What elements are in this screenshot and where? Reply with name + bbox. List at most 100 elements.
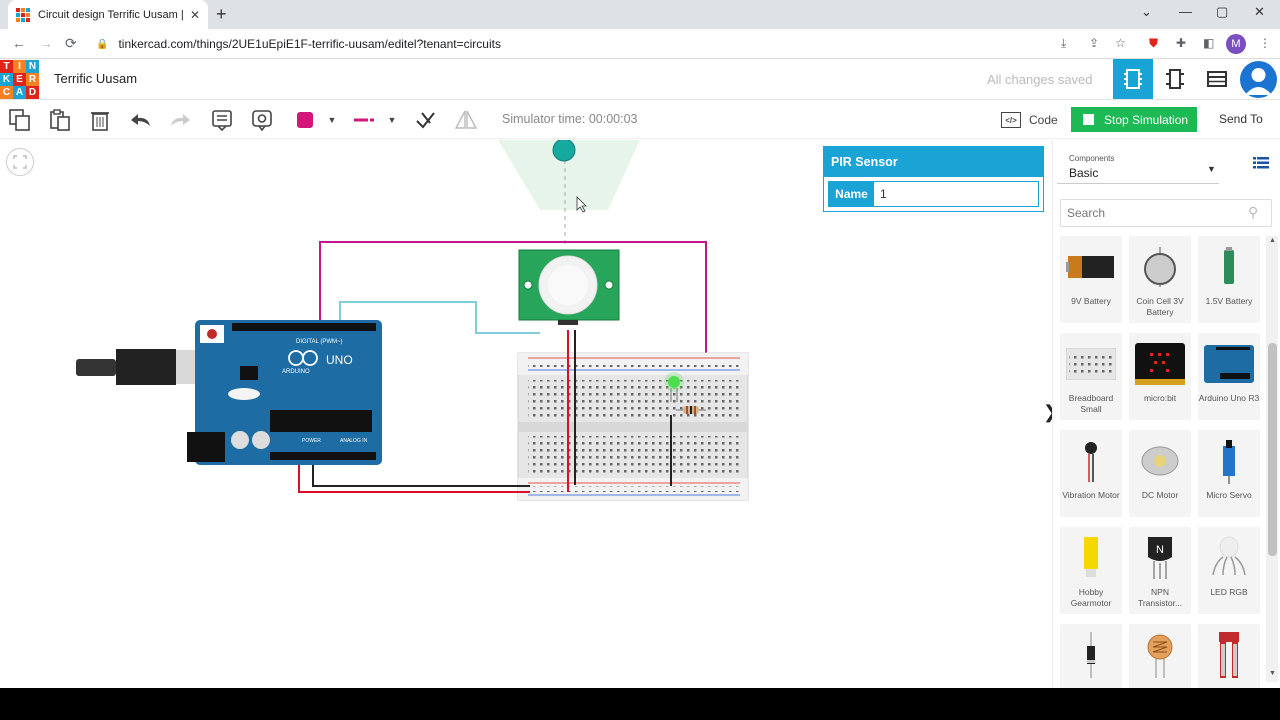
circuit-view-icon bbox=[1124, 69, 1142, 89]
component-card[interactable]: Vibration Motor bbox=[1060, 430, 1122, 517]
browser-menu-icon[interactable]: ⋮ bbox=[1259, 36, 1271, 50]
redo-icon[interactable] bbox=[168, 108, 192, 132]
component-card[interactable] bbox=[1198, 624, 1260, 688]
component-card[interactable]: micro:bit bbox=[1129, 333, 1191, 420]
app-header: T I N K E R C A D Terrific Uusam All cha… bbox=[0, 59, 1280, 100]
arduino-5v-wire[interactable] bbox=[298, 462, 530, 493]
svg-text:N: N bbox=[1156, 544, 1164, 556]
name-property-row: Name 1 bbox=[828, 181, 1039, 207]
share-icon[interactable]: ⇪ bbox=[1089, 36, 1099, 50]
arduino-uno[interactable]: DIGITAL (PWM~) ARDUINO UNO POWER ANALOG … bbox=[76, 320, 382, 465]
dc-motor-icon bbox=[1135, 438, 1185, 484]
component-card[interactable]: Breadboard Small bbox=[1060, 333, 1122, 420]
scroll-down-icon[interactable]: ▼ bbox=[1269, 670, 1276, 677]
tab-title: Circuit design Terrific Uusam | Tin bbox=[38, 8, 184, 21]
component-card[interactable]: DC Motor bbox=[1129, 430, 1191, 517]
logo-letter: A bbox=[13, 86, 26, 99]
list-view-icon[interactable] bbox=[1253, 156, 1269, 169]
component-search-input[interactable]: Search bbox=[1060, 199, 1272, 227]
user-icon bbox=[1245, 68, 1272, 95]
logo-letter: N bbox=[26, 60, 39, 73]
delete-icon[interactable] bbox=[88, 108, 112, 132]
tab-search-icon[interactable]: ⌄ bbox=[1141, 4, 1152, 20]
schematic-view-button[interactable] bbox=[1155, 59, 1195, 99]
logo-letter: I bbox=[13, 60, 26, 73]
photoresistor-icon bbox=[1135, 632, 1185, 678]
wire-color-picker[interactable] bbox=[293, 108, 317, 132]
user-avatar[interactable] bbox=[1240, 61, 1277, 98]
close-window-button[interactable]: ✕ bbox=[1254, 4, 1265, 20]
led-rgb-icon bbox=[1204, 535, 1254, 581]
component-card[interactable]: 9V Battery bbox=[1060, 236, 1122, 323]
zoom-to-fit-button[interactable] bbox=[6, 148, 34, 176]
wire-type-dropdown-icon[interactable]: ▼ bbox=[380, 108, 404, 132]
reload-icon[interactable]: ⟳ bbox=[65, 35, 77, 52]
screen: Circuit design Terrific Uusam | Tin ✕ + … bbox=[0, 0, 1280, 688]
send-to-button[interactable]: Send To bbox=[1219, 112, 1263, 126]
component-card[interactable] bbox=[1129, 624, 1191, 688]
arduino-digital-label: DIGITAL (PWM~) bbox=[296, 339, 343, 345]
components-dropdown[interactable]: Components Basic ▼ bbox=[1057, 148, 1219, 184]
component-card[interactable]: Arduino Uno R3 bbox=[1198, 333, 1260, 420]
pir-motion-target[interactable] bbox=[552, 138, 576, 162]
side-panel-icon[interactable]: ◧ bbox=[1203, 36, 1214, 50]
inspector-title: PIR Sensor bbox=[824, 147, 1043, 177]
soil-sensor-icon bbox=[1204, 632, 1254, 678]
extension-shield-icon[interactable]: ⛊ bbox=[1149, 36, 1158, 51]
forward-icon[interactable]: → bbox=[39, 35, 53, 51]
browser-tab[interactable]: Circuit design Terrific Uusam | Tin ✕ bbox=[8, 0, 208, 29]
component-card[interactable]: Micro Servo bbox=[1198, 430, 1260, 517]
undo-icon[interactable] bbox=[129, 108, 153, 132]
url-text: tinkercad.com/things/2UE1uEpiE1F-terrifi… bbox=[118, 37, 501, 51]
rotate-icon[interactable] bbox=[413, 108, 437, 132]
tab-close-icon[interactable]: ✕ bbox=[190, 8, 200, 22]
wire-type-picker[interactable] bbox=[352, 108, 378, 132]
component-card[interactable]: Coin Cell 3V Battery bbox=[1129, 236, 1191, 323]
stop-simulation-button[interactable]: Stop Simulation bbox=[1071, 107, 1197, 132]
component-label: LED RGB bbox=[1210, 587, 1248, 597]
sidebar-scroll-thumb[interactable] bbox=[1268, 343, 1277, 556]
component-card[interactable]: 1.5V Battery bbox=[1198, 236, 1260, 323]
tinkercad-favicon-icon bbox=[16, 7, 30, 22]
circuit-view-button[interactable] bbox=[1113, 59, 1153, 99]
maximize-button[interactable]: ▢ bbox=[1216, 4, 1228, 20]
install-icon[interactable]: ⤓ bbox=[1061, 36, 1066, 51]
tinkercad-logo[interactable]: T I N K E R C A D bbox=[0, 60, 39, 99]
url-field[interactable]: 🔒 tinkercad.com/things/2UE1uEpiE1F-terri… bbox=[96, 34, 1146, 54]
save-status: All changes saved bbox=[987, 72, 1093, 87]
component-card[interactable]: LED RGB bbox=[1198, 527, 1260, 614]
browser-tabbar: Circuit design Terrific Uusam | Tin ✕ + … bbox=[0, 0, 1280, 29]
scroll-up-icon[interactable]: ▲ bbox=[1269, 237, 1276, 244]
component-card[interactable]: Hobby Gearmotor bbox=[1060, 527, 1122, 614]
stop-simulation-label: Stop Simulation bbox=[1104, 112, 1189, 127]
code-button[interactable]: </> Code bbox=[1001, 108, 1058, 132]
component-label: DC Motor bbox=[1141, 490, 1179, 500]
component-card[interactable] bbox=[1060, 624, 1122, 688]
paste-icon[interactable] bbox=[48, 108, 72, 132]
color-dropdown-icon[interactable]: ▼ bbox=[320, 108, 344, 132]
back-icon[interactable]: ← bbox=[12, 35, 26, 51]
diode-icon bbox=[1066, 632, 1116, 678]
color-swatch bbox=[297, 112, 313, 128]
flip-icon[interactable] bbox=[454, 108, 478, 132]
logo-letter: R bbox=[26, 73, 39, 86]
breadboard[interactable] bbox=[517, 352, 749, 501]
arduino-gnd-wire[interactable] bbox=[312, 462, 530, 487]
schematic-view-icon bbox=[1166, 69, 1184, 89]
search-icon[interactable]: ⚲ bbox=[1248, 204, 1258, 221]
name-input[interactable]: 1 bbox=[874, 182, 1038, 206]
profile-avatar[interactable]: M bbox=[1226, 34, 1246, 54]
bookmark-star-icon[interactable]: ☆ bbox=[1115, 36, 1126, 50]
design-title[interactable]: Terrific Uusam bbox=[54, 71, 137, 86]
copy-icon[interactable] bbox=[8, 108, 32, 132]
minimize-button[interactable]: — bbox=[1179, 4, 1192, 19]
notes-icon[interactable] bbox=[210, 108, 234, 132]
extensions-puzzle-icon[interactable]: ✚ bbox=[1176, 36, 1186, 50]
new-tab-button[interactable]: + bbox=[216, 4, 227, 25]
circuit-canvas[interactable]: DIGITAL (PWM~) ARDUINO UNO POWER ANALOG … bbox=[0, 138, 1052, 688]
component-label: Vibration Motor bbox=[1062, 490, 1120, 500]
toggle-notes-icon[interactable] bbox=[250, 108, 274, 132]
component-card[interactable]: N NPN Transistor... bbox=[1129, 527, 1191, 614]
component-list-button[interactable] bbox=[1197, 59, 1237, 99]
logo-letter: K bbox=[0, 73, 13, 86]
